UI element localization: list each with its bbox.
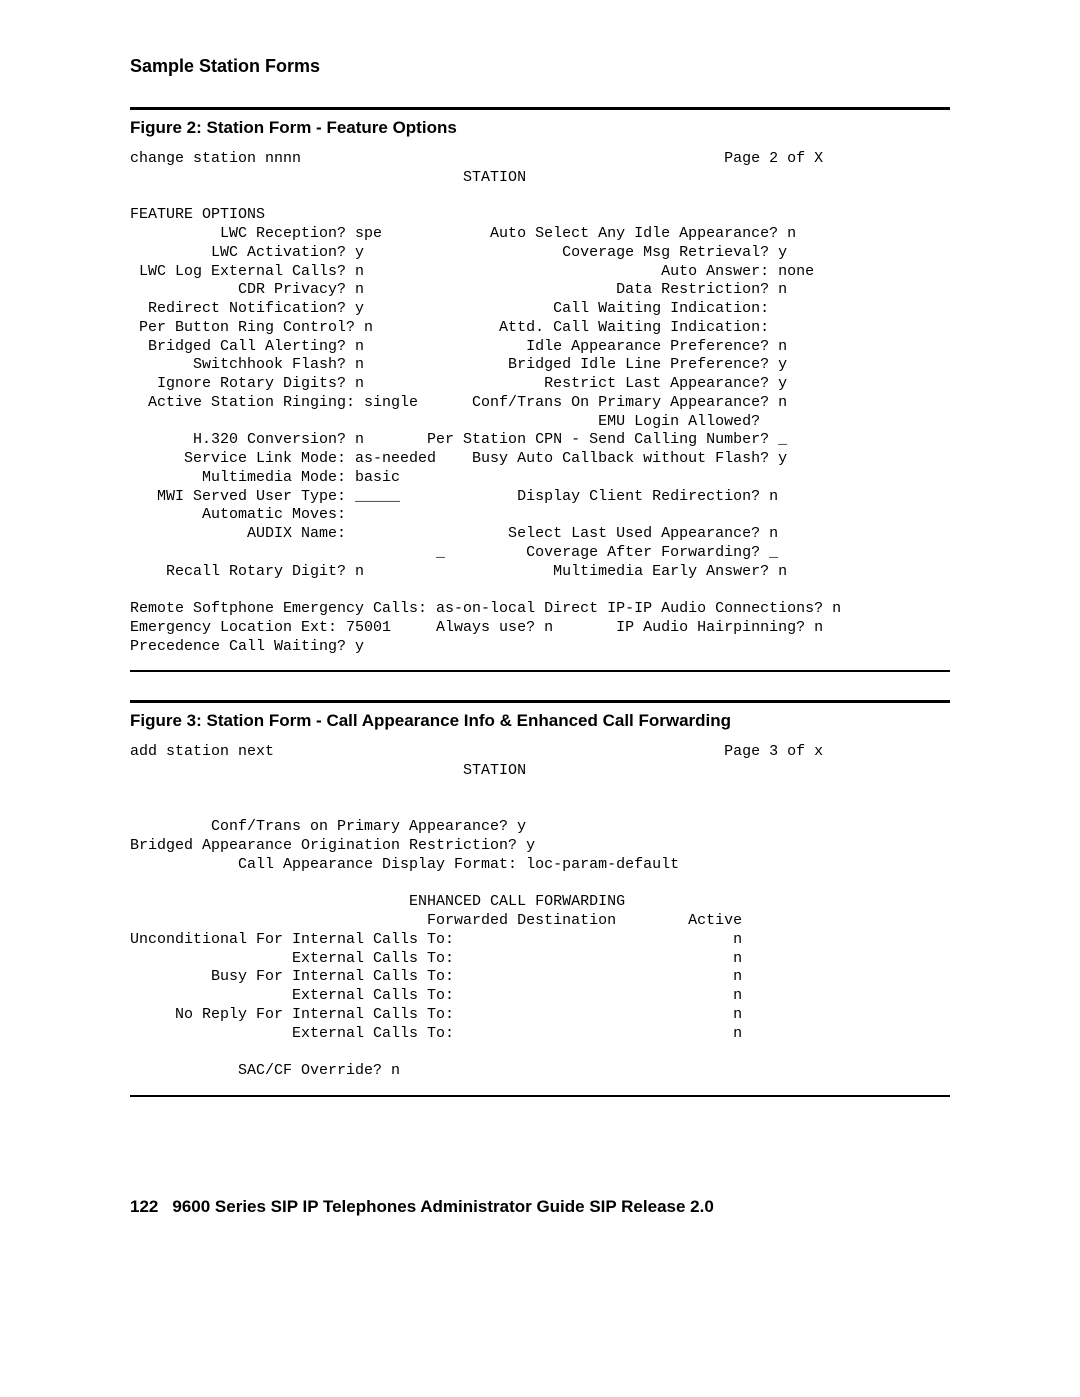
doc-title: 9600 Series SIP IP Telephones Administra… [172,1197,713,1217]
section-title: Sample Station Forms [130,56,950,77]
figure-3-terminal: add station next Page 3 of x STATION Con… [130,743,950,1081]
figure-2-top-rule [130,107,950,110]
figure-3-caption: Figure 3: Station Form - Call Appearance… [130,711,950,731]
figure-3-top-rule [130,700,950,703]
figure-2-terminal: change station nnnn Page 2 of X STATION … [130,150,950,656]
page-footer: 122 9600 Series SIP IP Telephones Admini… [130,1197,950,1217]
figure-2-caption: Figure 2: Station Form - Feature Options [130,118,950,138]
page-number: 122 [130,1197,158,1217]
page-container: Sample Station Forms Figure 2: Station F… [0,0,1080,1397]
figure-3-block: Figure 3: Station Form - Call Appearance… [130,700,950,1097]
figure-3-bottom-rule [130,1095,950,1097]
figure-2-block: Figure 2: Station Form - Feature Options… [130,107,950,672]
figure-2-bottom-rule [130,670,950,672]
